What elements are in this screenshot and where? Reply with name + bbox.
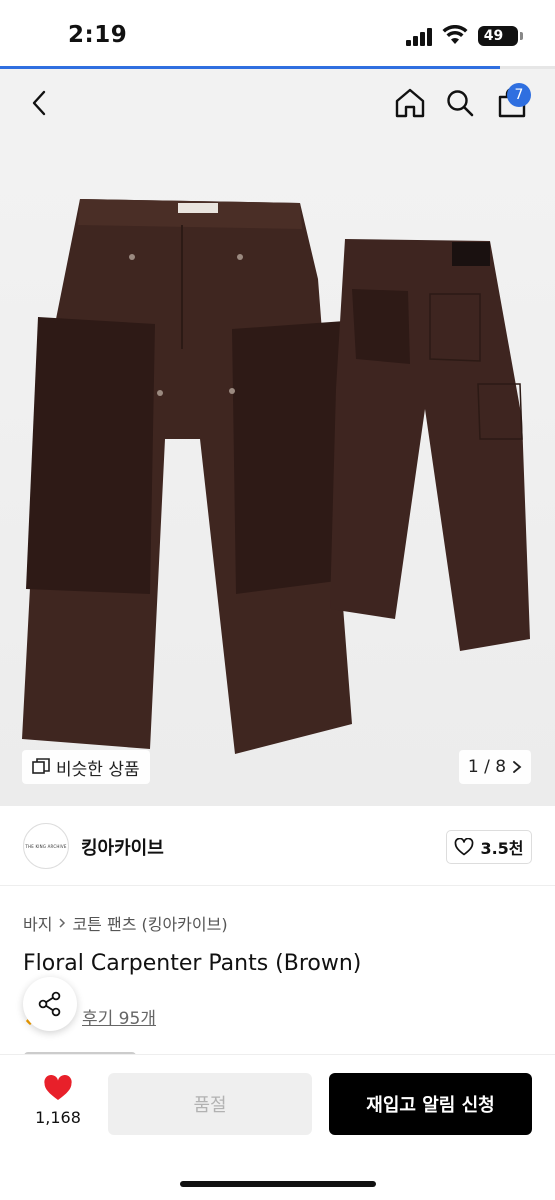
- restock-alert-label: 재입고 알림 신청: [366, 1095, 495, 1116]
- home-icon: [395, 88, 425, 118]
- top-nav: [0, 69, 555, 139]
- product-like-button[interactable]: 1,168: [22, 1075, 94, 1137]
- share-icon: [38, 991, 61, 1017]
- product-image-gallery[interactable]: [0, 139, 555, 806]
- search-icon: [447, 90, 474, 117]
- cellular-signal-icon: [406, 28, 434, 46]
- battery-icon: 49: [478, 26, 523, 46]
- product-title: Floral Carpenter Pants (Brown): [23, 951, 362, 976]
- brand-logo: THE KING ARCHIVE: [23, 823, 69, 869]
- battery-level: 49: [483, 28, 504, 44]
- copy-icon: [32, 758, 50, 774]
- product-image: [22, 199, 530, 754]
- heart-outline-icon: [455, 838, 474, 856]
- bottom-action-bar: 1,168 품절 재입고 알림 신청: [0, 1054, 555, 1200]
- share-button[interactable]: [23, 977, 77, 1031]
- breadcrumb-category[interactable]: 바지: [23, 911, 52, 935]
- home-button[interactable]: [388, 81, 432, 125]
- home-indicator: [180, 1181, 376, 1187]
- image-pager-text: 1 / 8: [467, 757, 507, 777]
- chevron-right-icon: [59, 918, 66, 928]
- similar-products-button[interactable]: 비슷한 상품: [22, 750, 150, 784]
- search-button[interactable]: [438, 81, 482, 125]
- soldout-button: 품절: [108, 1073, 312, 1135]
- soldout-label: 품절: [193, 1095, 227, 1116]
- breadcrumb: 바지 코튼 팬츠 (킹아카이브): [23, 911, 228, 935]
- status-bar: 2:19 49: [0, 0, 555, 66]
- restock-alert-button[interactable]: 재입고 알림 신청: [329, 1073, 532, 1135]
- brand-row[interactable]: THE KING ARCHIVE 킹아카이브 3.5천: [0, 806, 555, 886]
- brand-logo-text: THE KING ARCHIVE: [25, 843, 67, 849]
- reviews-link[interactable]: 후기 95개: [82, 1004, 156, 1029]
- back-button[interactable]: [18, 81, 62, 125]
- brand-name[interactable]: 킹아카이브: [81, 834, 164, 860]
- product-like-count: 1,168: [35, 1108, 81, 1127]
- brand-like-count: 3.5천: [480, 839, 524, 858]
- pants-front-illustration: [22, 199, 352, 754]
- brand-like-button[interactable]: 3.5천: [446, 830, 532, 864]
- image-pager[interactable]: 1 / 8: [459, 750, 531, 784]
- breadcrumb-subcategory[interactable]: 코튼 팬츠 (킹아카이브): [72, 911, 227, 935]
- chevron-right-icon: [513, 761, 522, 773]
- wifi-icon: [442, 25, 468, 44]
- heart-filled-icon: [44, 1075, 72, 1100]
- cart-count-badge: 7: [507, 83, 531, 107]
- similar-products-label: 비슷한 상품: [56, 759, 140, 780]
- chevron-left-icon: [32, 90, 46, 116]
- pants-back-illustration: [330, 239, 530, 651]
- status-time: 2:19: [68, 22, 128, 48]
